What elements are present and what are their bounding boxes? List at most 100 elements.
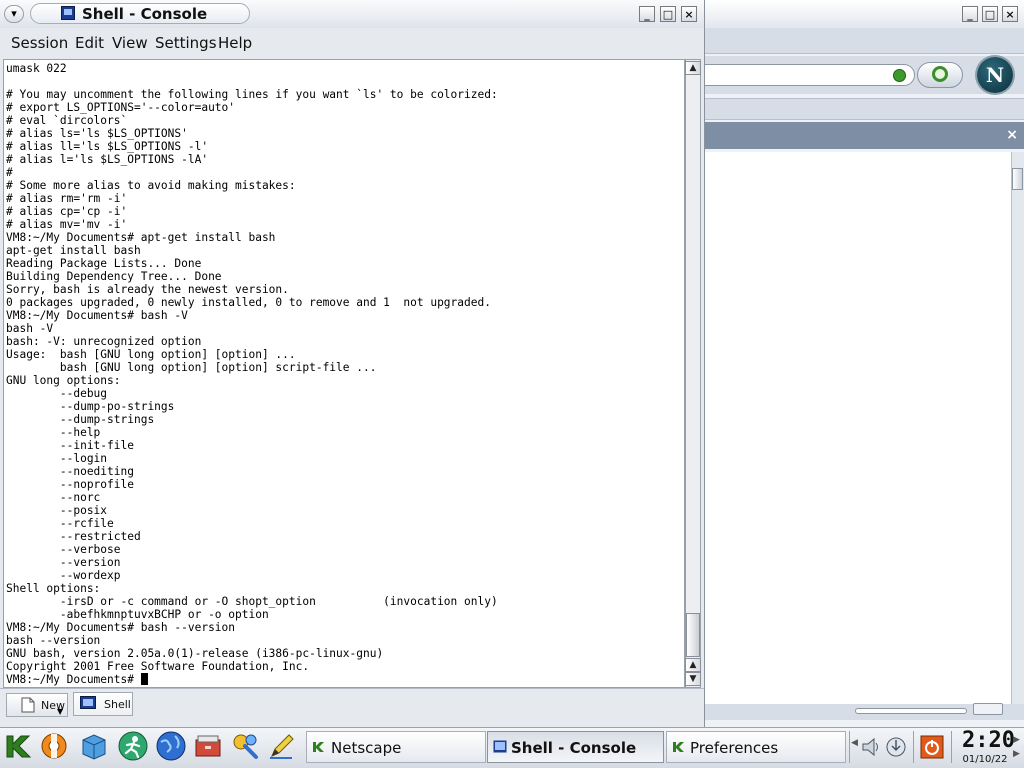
vertical-scrollbar[interactable]: [1011, 152, 1024, 707]
globe-icon[interactable]: [155, 730, 187, 762]
terminal-line: # alias cp='cp -i': [6, 205, 128, 218]
menu-help[interactable]: Help: [218, 34, 252, 52]
menu-settings[interactable]: Settings: [155, 34, 217, 52]
terminal-line: VM8:~/My Documents# bash --version: [6, 621, 236, 634]
terminal-line: --debug: [6, 387, 108, 400]
power-icon[interactable]: [920, 735, 944, 759]
terminal-line: bash --version: [6, 634, 101, 647]
terminal-line: # You may uncomment the following lines …: [6, 88, 498, 101]
terminal-line: # alias mv='mv -i': [6, 218, 128, 231]
tray-divider: [849, 731, 850, 763]
menu-edit[interactable]: Edit: [75, 34, 104, 52]
clock-time[interactable]: 2:20: [962, 730, 1015, 752]
close-button[interactable]: ×: [681, 6, 697, 22]
scrollbar-thumb[interactable]: [1012, 168, 1023, 190]
terminal-line: 0 packages upgraded, 0 newly installed, …: [6, 296, 491, 309]
status-toggle-button[interactable]: [973, 703, 1003, 715]
terminal-line: --noprofile: [6, 478, 134, 491]
text-cursor: [140, 673, 148, 685]
terminal-line: --posix: [6, 504, 108, 517]
maximize-button[interactable]: □: [660, 6, 676, 22]
clock-date: 01/10/22: [962, 754, 1008, 765]
terminal-line: umask 022: [6, 62, 67, 75]
terminal-line: # eval `dircolors`: [6, 114, 128, 127]
terminal-line: GNU long options:: [6, 374, 121, 387]
terminal-line: apt-get install bash: [6, 244, 141, 257]
terminal-output[interactable]: umask 022 # You may uncomment the followi…: [3, 59, 685, 688]
chevron-right-icon[interactable]: ▶ ▶: [1013, 733, 1021, 761]
lifebuoy-icon[interactable]: [38, 730, 70, 762]
window-title: Shell - Console: [82, 5, 208, 23]
task-label: Netscape: [331, 739, 402, 757]
terminal-line: --noediting: [6, 465, 134, 478]
terminal-text: umask 022 # You may uncomment the followi…: [6, 62, 498, 686]
chevron-left-icon[interactable]: ◀: [851, 739, 858, 755]
terminal-line: Usage: bash [GNU long option] [option] .…: [6, 348, 296, 361]
chevron-down-icon[interactable]: ▼: [57, 708, 63, 716]
new-session-button[interactable]: New ▼: [6, 693, 68, 717]
pen-icon[interactable]: [266, 730, 298, 762]
konsole-titlebar[interactable]: ▾ Shell - Console _ □ ×: [0, 0, 704, 28]
scrollbar-thumb[interactable]: [686, 613, 700, 657]
close-icon[interactable]: ×: [1006, 128, 1018, 142]
tray-divider: [951, 731, 952, 763]
terminal-scrollbar[interactable]: [685, 59, 701, 688]
url-input[interactable]: [705, 64, 915, 86]
netscape-tab-strip: [705, 98, 1024, 120]
kde-menu-icon: [313, 742, 324, 752]
maximize-button[interactable]: □: [982, 6, 998, 22]
package-box-icon[interactable]: [78, 730, 110, 762]
minimize-button[interactable]: _: [639, 6, 655, 22]
task-preferences[interactable]: Preferences: [666, 731, 846, 763]
terminal-line: --help: [6, 426, 101, 439]
tools-icon[interactable]: [229, 730, 261, 762]
terminal-prompt-line[interactable]: VM8:~/My Documents#: [6, 673, 498, 686]
scroll-down-button[interactable]: ▼: [685, 672, 701, 686]
kde-menu-icon[interactable]: [3, 730, 35, 762]
task-shell-console[interactable]: Shell - Console: [487, 731, 664, 763]
running-man-icon[interactable]: [117, 730, 149, 762]
netscape-logo[interactable]: N: [977, 57, 1013, 93]
scroll-up-button[interactable]: ▲: [685, 658, 701, 672]
menu-session[interactable]: Session: [11, 34, 68, 52]
terminal-line: # alias ll='ls $LS_OPTIONS -l': [6, 140, 209, 153]
terminal-line: bash -V: [6, 322, 54, 335]
task-label: Preferences: [690, 739, 779, 757]
terminal-line: --login: [6, 452, 108, 465]
terminal-line: VM8:~/My Documents# bash -V: [6, 309, 188, 322]
network-icon[interactable]: [885, 736, 907, 758]
terminal-line: # alias ls='ls $LS_OPTIONS': [6, 127, 188, 140]
tab-shell[interactable]: Shell: [73, 692, 133, 716]
terminal-line: #: [6, 166, 13, 179]
menu-bar: [0, 28, 704, 58]
terminal-line: # Some more alias to avoid making mistak…: [6, 179, 296, 192]
terminal-line: VM8:~/My Documents# apt-get install bash: [6, 231, 276, 244]
go-icon[interactable]: [893, 69, 906, 82]
terminal-line: --dump-po-strings: [6, 400, 175, 413]
tray-divider: [913, 731, 914, 763]
sidebar-header: ×: [705, 122, 1024, 149]
terminal-line: # export LS_OPTIONS='--color=auto': [6, 101, 236, 114]
task-netscape[interactable]: Netscape: [306, 731, 486, 763]
terminal-line: --rcfile: [6, 517, 114, 530]
netscape-window: _ □ × N ×: [705, 0, 1024, 727]
archive-drawer-icon[interactable]: [192, 730, 224, 762]
scroll-up-button[interactable]: ▲: [685, 61, 701, 75]
minimize-button[interactable]: _: [962, 6, 978, 22]
terminal-line: --init-file: [6, 439, 134, 452]
close-button[interactable]: ×: [1002, 6, 1018, 22]
tab-shell-label: Shell: [104, 698, 131, 711]
terminal-line: # alias rm='rm -i': [6, 192, 128, 205]
netscape-toolbar: [705, 28, 1024, 54]
speaker-icon[interactable]: [861, 736, 881, 758]
document-icon: [21, 697, 35, 713]
terminal-line: # alias l='ls $LS_OPTIONS -lA': [6, 153, 209, 166]
menu-view[interactable]: View: [112, 34, 148, 52]
terminal-line: --norc: [6, 491, 101, 504]
terminal-line: --version: [6, 556, 121, 569]
terminal-line: --wordexp: [6, 569, 121, 582]
terminal-line: -irsD or -c command or -O shopt_option (…: [6, 595, 498, 608]
window-menu-button[interactable]: ▾: [4, 5, 24, 23]
task-label: Shell - Console: [511, 739, 637, 757]
terminal-line: bash [GNU long option] [option] script-f…: [6, 361, 377, 374]
